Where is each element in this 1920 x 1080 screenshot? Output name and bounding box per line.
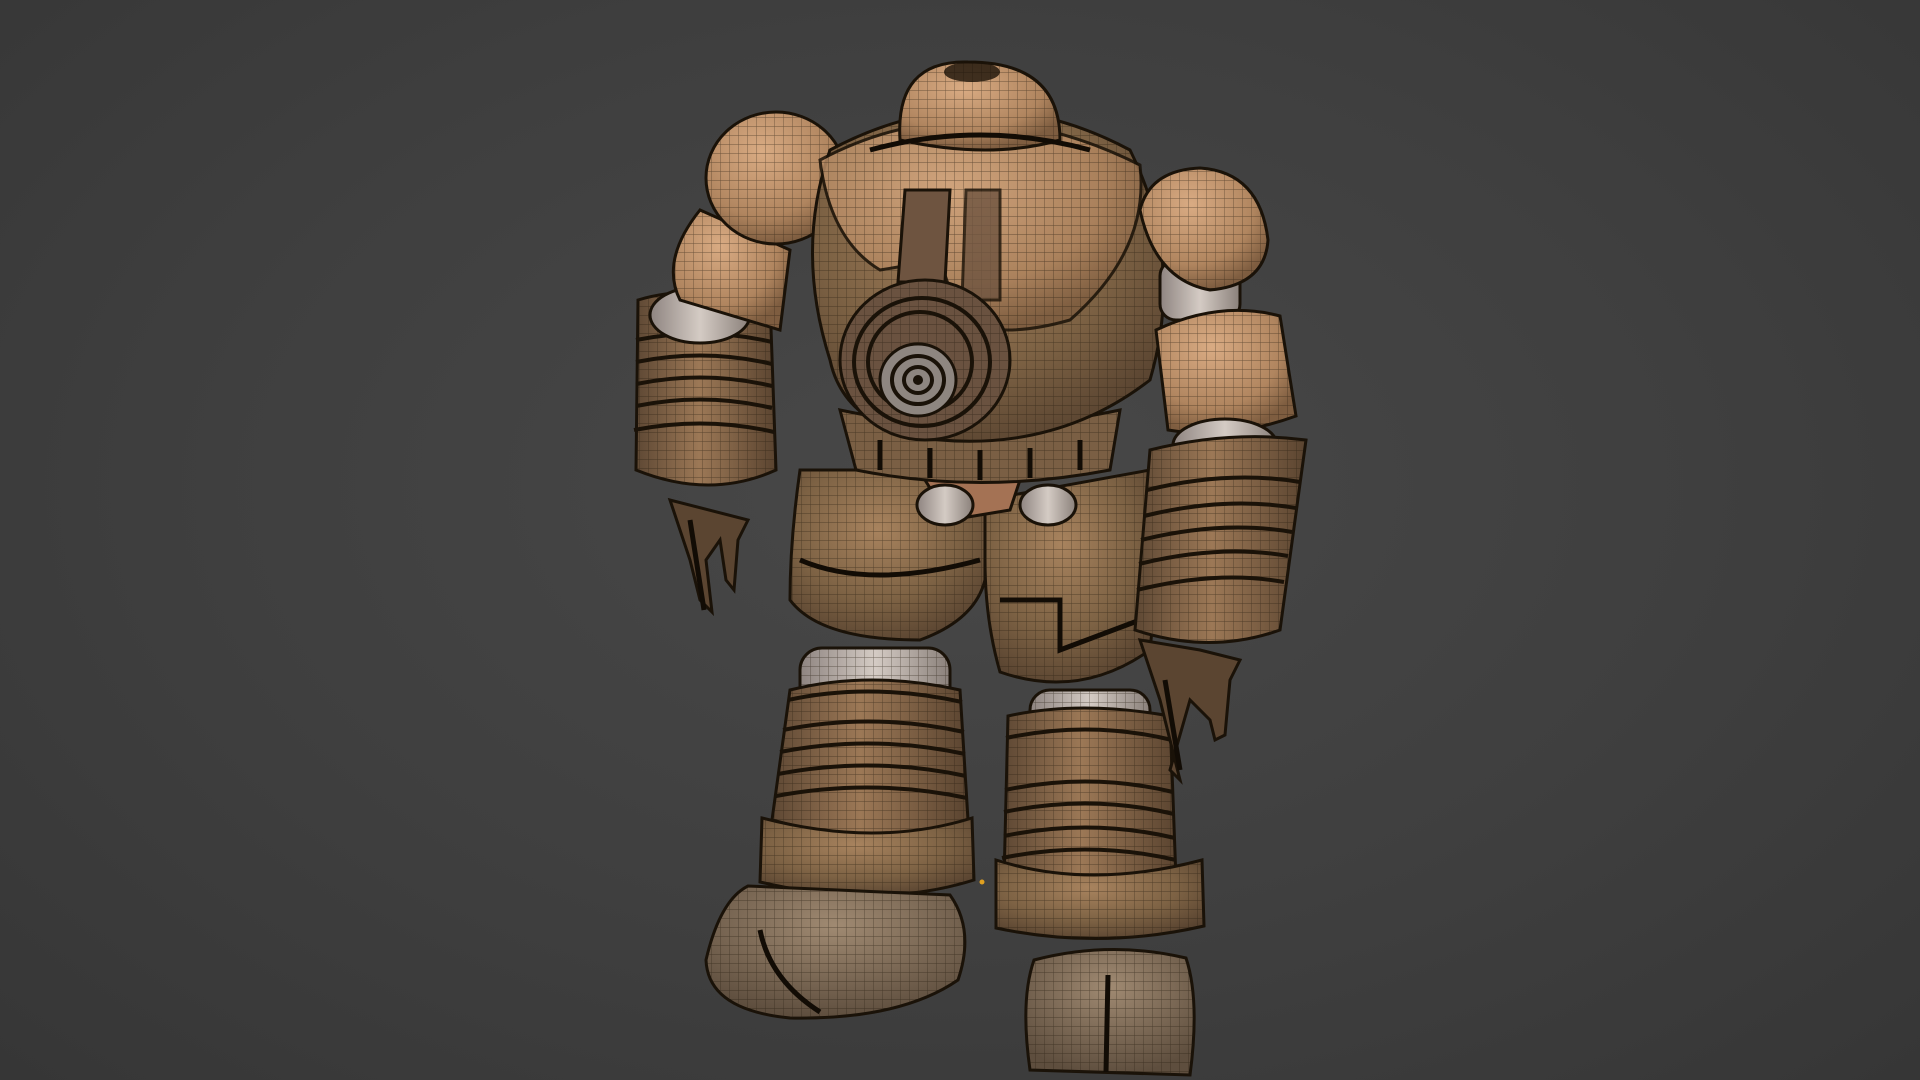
torso[interactable]	[811, 60, 1166, 484]
left-leg[interactable]	[704, 646, 976, 1020]
3d-viewport[interactable]	[0, 0, 1920, 1080]
robot-model[interactable]	[0, 0, 1920, 1080]
right-arm[interactable]	[1133, 166, 1308, 785]
origin-dot-icon	[979, 879, 985, 885]
